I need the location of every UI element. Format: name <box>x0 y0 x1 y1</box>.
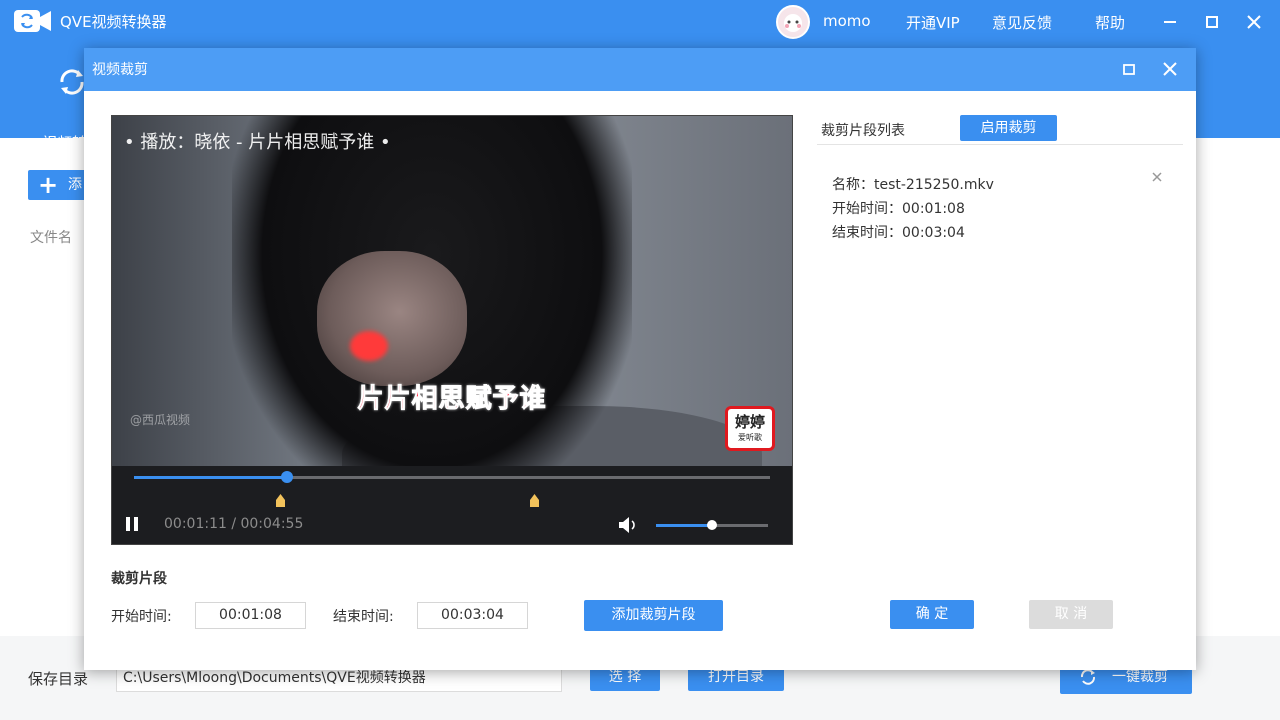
cut-end-marker-icon[interactable] <box>530 490 540 507</box>
segment-list-title: 裁剪片段列表 <box>821 123 905 139</box>
avatar-face-icon <box>784 14 802 32</box>
app-title: QVE视频转换器 <box>60 13 167 31</box>
end-time-input[interactable]: 00:03:04 <box>417 602 528 629</box>
video-cut-dialog: 视频裁剪 • 播放：晓依 - 片片相思赋予谁 • 片片相思赋予谁 @西瓜视频 婷… <box>84 48 1196 670</box>
badge-main-text: 婷婷 <box>734 413 765 431</box>
app-logo-icon <box>14 10 51 32</box>
save-dir-label: 保存目录 <box>28 670 89 688</box>
add-segment-button[interactable]: 添加裁剪片段 <box>584 600 723 631</box>
video-channel-badge: 婷婷 爱听歌 <box>725 406 775 451</box>
volume-icon[interactable] <box>618 516 638 534</box>
segment-heading: 裁剪片段 <box>111 571 167 587</box>
maximize-icon[interactable] <box>1198 8 1226 36</box>
badge-sub-text: 爱听歌 <box>738 433 762 442</box>
segment-name: 名称：test-215250.mkv <box>832 177 994 193</box>
progress-handle[interactable] <box>281 471 294 483</box>
player-controls: 00:01:11 / 00:04:55 <box>112 466 792 544</box>
volume-handle[interactable] <box>707 520 717 530</box>
video-scene-shape <box>317 251 467 386</box>
video-frame[interactable]: • 播放：晓依 - 片片相思赋予谁 • 片片相思赋予谁 @西瓜视频 婷婷 爱听歌 <box>112 116 792 466</box>
confirm-button[interactable]: 确 定 <box>890 600 974 629</box>
app-titlebar: QVE视频转换器 momo 开通VIP 意见反馈 帮助 <box>0 0 1280 42</box>
segment-start-time: 开始时间：00:01:08 <box>832 201 965 217</box>
help-link[interactable]: 帮助 <box>1095 12 1125 33</box>
plus-icon: + <box>38 171 59 199</box>
pause-icon[interactable] <box>124 516 140 532</box>
file-name-column-header: 文件名 <box>30 230 72 246</box>
open-vip-link[interactable]: 开通VIP <box>906 12 960 33</box>
video-scene-shape <box>350 331 388 361</box>
playback-time: 00:01:11 / 00:04:55 <box>164 516 304 532</box>
cut-start-marker-icon[interactable] <box>275 490 285 507</box>
remove-segment-icon[interactable] <box>1150 170 1164 184</box>
video-subtitle: 片片相思赋予谁 <box>357 384 547 415</box>
start-time-input[interactable]: 00:01:08 <box>195 602 306 629</box>
list-divider <box>817 144 1183 145</box>
volume-slider[interactable] <box>656 520 768 530</box>
add-file-label: 添 <box>68 177 82 193</box>
cancel-button[interactable]: 取 消 <box>1029 600 1113 629</box>
video-watermark: @西瓜视频 <box>130 413 191 427</box>
user-name[interactable]: momo <box>823 12 871 30</box>
dialog-close-icon[interactable] <box>1157 56 1183 82</box>
close-icon[interactable] <box>1240 8 1268 36</box>
user-avatar[interactable] <box>776 5 810 39</box>
volume-fill <box>656 524 712 527</box>
dialog-title: 视频裁剪 <box>92 62 148 78</box>
segment-end-time: 结束时间：00:03:04 <box>832 225 965 241</box>
progress-fill <box>134 476 288 479</box>
end-time-label: 结束时间: <box>333 609 394 625</box>
dialog-header: 视频裁剪 <box>84 48 1196 91</box>
enable-cut-button[interactable]: 启用裁剪 <box>960 115 1057 141</box>
video-player[interactable]: • 播放：晓依 - 片片相思赋予谁 • 片片相思赋予谁 @西瓜视频 婷婷 爱听歌 <box>111 115 793 545</box>
minimize-icon[interactable] <box>1156 8 1184 36</box>
toolbar-item-label: 视频转 <box>42 134 88 152</box>
progress-bar[interactable] <box>134 471 770 507</box>
dialog-maximize-icon[interactable] <box>1116 56 1142 82</box>
one-click-cut-label: 一键裁剪 <box>1112 669 1168 685</box>
refresh-icon <box>1080 669 1096 685</box>
video-now-playing-caption: • 播放：晓依 - 片片相思赋予谁 • <box>124 132 391 153</box>
feedback-link[interactable]: 意见反馈 <box>992 12 1052 33</box>
start-time-label: 开始时间: <box>111 609 172 625</box>
